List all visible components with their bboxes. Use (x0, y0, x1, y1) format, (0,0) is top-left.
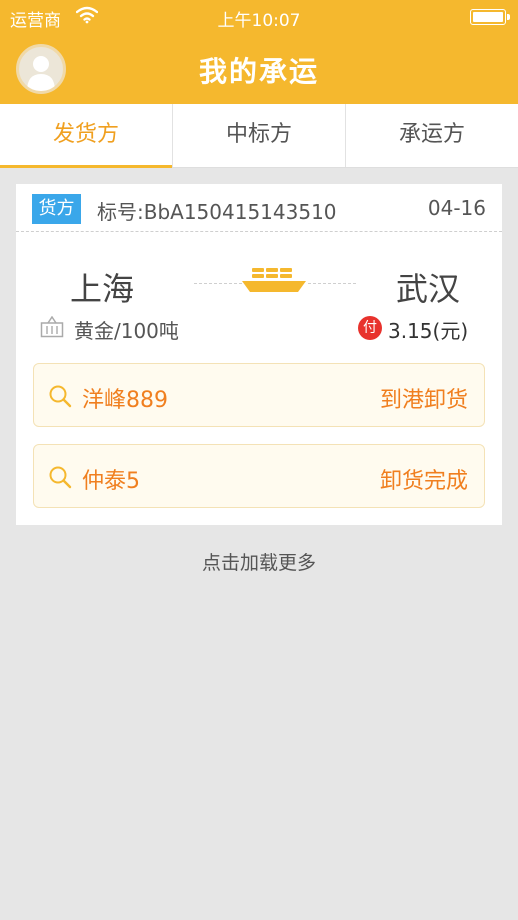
cargo-box-icon (40, 316, 64, 338)
page-title: 我的承运 (198, 55, 319, 88)
tab-carrier[interactable]: 承运方 (346, 104, 518, 167)
origin-city: 上海 (70, 270, 135, 308)
role-badge: 货方 (32, 194, 81, 224)
ship-icon (242, 268, 306, 292)
tab-winning-bidder[interactable]: 中标方 (173, 104, 346, 167)
vessel-name: 洋峰889 (82, 388, 168, 413)
battery-icon (470, 9, 510, 25)
card-date: 04-16 (427, 196, 486, 220)
freight-price: 3.15(元) (388, 319, 469, 343)
tab-shipper[interactable]: 发货方 (0, 104, 173, 168)
route-line-right (308, 283, 356, 284)
route-line-left (194, 283, 242, 284)
cargo-info: 黄金/100吨 (74, 319, 179, 343)
search-icon (49, 466, 72, 489)
vessel-status: 卸货完成 (379, 469, 468, 494)
vessel-status: 到港卸货 (379, 388, 468, 413)
bid-number: 标号:BbA150415143510 (97, 200, 337, 224)
pay-badge-icon: 付 (358, 316, 382, 340)
status-time: 上午10:07 (217, 11, 301, 31)
destination-city: 武汉 (395, 270, 460, 308)
shipment-card[interactable]: 货方 标号:BbA150415143510 04-16 上海 武汉 黄金/100… (16, 184, 502, 525)
load-more-button[interactable]: 点击加载更多 (0, 548, 518, 575)
vessel-row[interactable]: 仲泰5 卸货完成 (33, 444, 485, 508)
vessel-name: 仲泰5 (82, 469, 140, 494)
card-header: 货方 标号:BbA150415143510 04-16 (16, 184, 502, 232)
header-bar: 运营商 上午10:07 我的承运 (0, 0, 518, 104)
tab-bar: 发货方 中标方 承运方 (0, 104, 518, 168)
vessel-row[interactable]: 洋峰889 到港卸货 (33, 363, 485, 427)
search-icon (49, 385, 72, 408)
status-bar: 运营商 上午10:07 (0, 0, 518, 34)
